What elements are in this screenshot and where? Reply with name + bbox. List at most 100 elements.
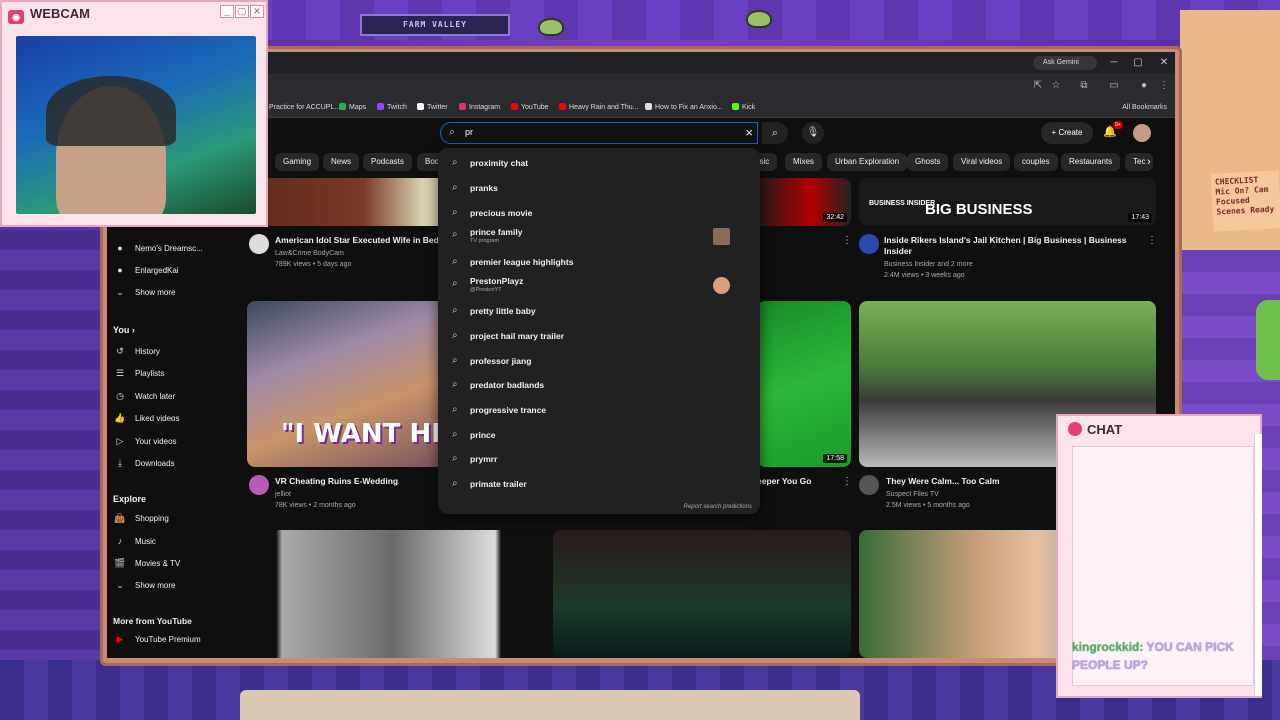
search-input[interactable]: ⌕ pr × (440, 122, 758, 144)
bookmark-item[interactable]: Kick (732, 101, 755, 115)
sidebar: ● Nemo's Dreamsc... ● EnlargedKai ⌄ Show mo… (107, 212, 242, 658)
search-button[interactable]: ⌕ (762, 122, 788, 144)
suggestion-item[interactable]: ⌕ pranks (438, 177, 760, 201)
maximize-icon[interactable]: ▢ (1129, 55, 1147, 71)
extensions-icon[interactable]: ⧉ (1077, 79, 1091, 93)
bookmark-item[interactable]: Instagram (459, 101, 500, 115)
sidebar-item-label: Music (135, 537, 156, 546)
sidebar-item-premium[interactable]: ▶ YouTube Premium (113, 630, 201, 648)
suggestion-item[interactable]: ⌕ precious movie (438, 202, 760, 226)
menu-icon[interactable]: ⋮ (1157, 79, 1171, 93)
chip[interactable]: Restaurants (1061, 153, 1121, 171)
bookmark-item[interactable]: Twitch (377, 101, 407, 115)
suggestion-item[interactable]: ⌕ progressive trance (438, 399, 760, 423)
suggestion-item[interactable]: ⌕ primate trailer (438, 473, 760, 497)
video-thumbnail[interactable] (247, 530, 539, 658)
video-thumbnail[interactable]: 17:58 (757, 301, 851, 467)
video-channel[interactable]: Suspect Files TV (886, 490, 939, 500)
minimize-icon[interactable]: ─ (1105, 55, 1123, 71)
chip[interactable]: Podcasts (363, 153, 412, 171)
suggestion-item[interactable]: ⌕ prince family TV program (438, 224, 760, 248)
video-channel[interactable]: jelliot (275, 490, 291, 500)
mic-icon[interactable]: 🎙 (802, 122, 824, 144)
clear-search-icon[interactable]: × (745, 125, 753, 140)
profile-icon[interactable]: ● (1137, 79, 1151, 93)
chip[interactable]: couples (1014, 153, 1058, 171)
create-button[interactable]: + Create (1041, 122, 1093, 144)
suggestion-item[interactable]: ⌕ predator badlands (438, 374, 760, 398)
star-icon[interactable]: ☆ (1049, 79, 1063, 93)
report-predictions-link[interactable]: Report search predictions (684, 504, 752, 510)
suggestion-item[interactable]: ⌕ proximity chat (438, 152, 760, 176)
sidebar-item-history[interactable]: ↺ History (113, 342, 160, 360)
close-icon[interactable]: ✕ (1155, 55, 1173, 71)
suggestion-item[interactable]: ⌕ project hail mary trailer (438, 325, 760, 349)
chip[interactable]: Ghosts (907, 153, 949, 171)
video-title[interactable]: Inside Rikers Island's Jail Kitchen | Bi… (884, 235, 1134, 257)
suggestion-item[interactable]: ⌕ premier league highlights (438, 251, 760, 275)
sidepanel-icon[interactable]: ▭ (1107, 79, 1121, 93)
avatar[interactable] (1133, 124, 1151, 142)
sidebar-item-your-videos[interactable]: ▷ Your videos (113, 432, 177, 450)
video-meta: 789K views • 5 days ago (275, 261, 352, 268)
thumb-overlay-text: BIG BUSINESS (925, 201, 1033, 218)
suggestion-item[interactable]: ⌕ pretty little baby (438, 300, 760, 324)
bookmark-item[interactable]: Maps (339, 101, 366, 115)
sidebar-item-shopping[interactable]: 👜 Shopping (113, 509, 168, 527)
video-thumbnail[interactable] (553, 530, 851, 658)
search-icon: ⌕ (452, 330, 458, 341)
suggestion-item[interactable]: ⌕ PrestonPlayz @PrestonYT (438, 273, 760, 297)
suggestion-item[interactable]: ⌕ prymrr (438, 448, 760, 472)
chip[interactable]: Viral videos (953, 153, 1011, 171)
video-title[interactable]: eeper You Go (757, 476, 811, 487)
bookmark-item[interactable]: YouTube (511, 101, 549, 115)
video-channel[interactable]: Business Insider and 2 more (884, 260, 973, 270)
video-thumbnail[interactable]: 32:42 (753, 178, 851, 226)
chat-message: kingrockkid: YOU CAN PICK PEOPLE UP? (1072, 638, 1242, 674)
sidebar-item-label: Show more (135, 581, 176, 590)
video-channel[interactable]: Law&Crime BodyCam (275, 249, 344, 259)
sidebar-item-playlists[interactable]: ☰ Playlists (113, 364, 164, 382)
suggestion-item[interactable]: ⌕ professor jiang (438, 350, 760, 374)
you-heading[interactable]: You › (113, 325, 135, 335)
sidebar-item-liked[interactable]: 👍 Liked videos (113, 409, 179, 427)
channel-avatar[interactable] (859, 234, 879, 254)
sidebar-item-watch-later[interactable]: ◷ Watch later (113, 387, 175, 405)
search-query[interactable]: pr (465, 127, 473, 137)
channel-avatar[interactable] (859, 475, 879, 495)
sidebar-sub-item[interactable]: ● EnlargedKai (113, 261, 178, 279)
chip[interactable]: News (323, 153, 360, 171)
sidebar-item-downloads[interactable]: ⤓ Downloads (113, 454, 175, 472)
bookmark-label: YouTube (521, 104, 549, 111)
all-bookmarks[interactable]: All Bookmarks (1122, 101, 1167, 115)
suggestion-thumbnail (713, 228, 730, 245)
sidebar-item-music[interactable]: ♪ Music (113, 532, 156, 550)
suggestion-item[interactable]: ⌕ prince (438, 424, 760, 448)
channel-avatar[interactable] (249, 234, 269, 254)
chip[interactable]: Gaming (275, 153, 320, 171)
cast-icon[interactable]: ⇱ (1031, 79, 1045, 93)
suggestion-text: project hail mary trailer (470, 331, 565, 341)
more-options-icon[interactable]: ⋮ (842, 476, 852, 487)
search-icon: ⌕ (452, 404, 458, 415)
bookmark-item[interactable]: Twitter (417, 101, 448, 115)
more-options-icon[interactable]: ⋮ (1147, 235, 1157, 246)
show-more-button[interactable]: ⌄ Show more (113, 576, 175, 594)
headphones (46, 76, 176, 146)
chevron-right-icon[interactable]: › (1147, 153, 1151, 171)
sidebar-item-movies[interactable]: 🎬 Movies & TV (113, 554, 180, 572)
video-thumbnail[interactable]: BUSINESS INSIDER BIG BUSINESS 17:43 (859, 178, 1156, 226)
desk (240, 690, 860, 720)
suggestion-subtext: @PrestonYT (470, 287, 502, 293)
bookmark-item[interactable]: Practice for ACCUPL... (259, 101, 340, 115)
channel-avatar[interactable] (249, 475, 269, 495)
sidebar-sub-item[interactable]: ● Nemo's Dreamsc... (113, 239, 202, 257)
ask-gemini-button[interactable]: Ask Gemini (1033, 56, 1097, 70)
show-more-button[interactable]: ⌄ Show more (113, 283, 175, 301)
bookmark-item[interactable]: How to Fix an Anxio... (645, 101, 723, 115)
chat-overlay: CHAT kingrockkid: YOU CAN PICK PEOPLE UP… (1056, 414, 1262, 698)
chip[interactable]: Mixes (785, 153, 822, 171)
more-options-icon[interactable]: ⋮ (842, 235, 852, 246)
bookmark-item[interactable]: Heavy Rain and Thu... (559, 101, 639, 115)
chip[interactable]: Urban Exploration (827, 153, 908, 171)
